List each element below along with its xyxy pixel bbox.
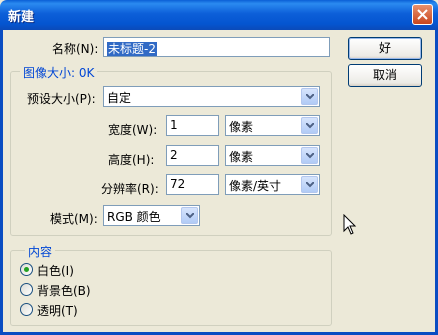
chevron-down-icon bbox=[306, 153, 314, 159]
chevron-down-icon bbox=[306, 123, 314, 129]
chevron-down-icon bbox=[186, 213, 194, 219]
resolution-value: 72 bbox=[170, 177, 186, 191]
ok-button[interactable]: 好 bbox=[348, 37, 422, 60]
name-input[interactable]: 未标题-2 bbox=[103, 37, 330, 57]
width-value: 1 bbox=[170, 118, 178, 132]
width-unit-value: 像素 bbox=[229, 120, 254, 134]
radio-label-transparent: 透明(T) bbox=[37, 304, 78, 318]
contents-group-title: 内容 bbox=[25, 243, 56, 260]
image-size-group-title: 图像大小: 0K bbox=[20, 64, 98, 81]
mode-value: RGB 颜色 bbox=[107, 210, 161, 224]
window-title: 新建 bbox=[8, 10, 35, 25]
width-unit-dropdown-button[interactable] bbox=[301, 117, 318, 134]
close-icon bbox=[417, 9, 428, 20]
height-unit-value: 像素 bbox=[229, 150, 254, 164]
mode-select[interactable]: RGB 颜色 bbox=[103, 205, 200, 226]
height-value: 2 bbox=[170, 148, 178, 162]
resolution-input[interactable]: 72 bbox=[166, 174, 219, 195]
preset-dropdown-button[interactable] bbox=[301, 88, 318, 105]
chevron-down-icon bbox=[306, 182, 314, 188]
width-input[interactable]: 1 bbox=[166, 115, 219, 136]
preset-value: 自定 bbox=[107, 91, 132, 105]
radio-button-transparent[interactable] bbox=[20, 303, 33, 316]
resolution-unit-select[interactable]: 像素/英寸 bbox=[225, 174, 320, 195]
resolution-unit-value: 像素/英寸 bbox=[229, 179, 282, 193]
width-label: 宽度(W): bbox=[108, 123, 158, 137]
preset-select[interactable]: 自定 bbox=[103, 86, 320, 107]
name-value: 未标题-2 bbox=[107, 42, 157, 56]
radio-label-white: 白色(I) bbox=[37, 264, 74, 278]
height-unit-dropdown-button[interactable] bbox=[301, 147, 318, 164]
height-label: 高度(H): bbox=[108, 153, 155, 167]
height-input[interactable]: 2 bbox=[166, 145, 219, 166]
mode-dropdown-button[interactable] bbox=[181, 207, 198, 224]
window-frame-left bbox=[0, 30, 3, 335]
height-unit-select[interactable]: 像素 bbox=[225, 145, 320, 166]
preset-label: 预设大小(P): bbox=[27, 92, 96, 106]
name-label: 名称(N): bbox=[52, 42, 99, 56]
radio-button-white[interactable] bbox=[20, 263, 33, 276]
radio-button-background[interactable] bbox=[20, 283, 33, 296]
cancel-button[interactable]: 取消 bbox=[348, 64, 422, 87]
mode-label: 模式(M): bbox=[50, 212, 98, 226]
resolution-label: 分辨率(R): bbox=[101, 182, 159, 196]
title-bar[interactable]: 新建 bbox=[0, 0, 438, 30]
resolution-unit-dropdown-button[interactable] bbox=[301, 176, 318, 193]
radio-label-background: 背景色(B) bbox=[37, 284, 91, 298]
width-unit-select[interactable]: 像素 bbox=[225, 115, 320, 136]
chevron-down-icon bbox=[306, 94, 314, 100]
close-button[interactable] bbox=[412, 4, 433, 25]
mouse-pointer-icon bbox=[343, 214, 357, 235]
